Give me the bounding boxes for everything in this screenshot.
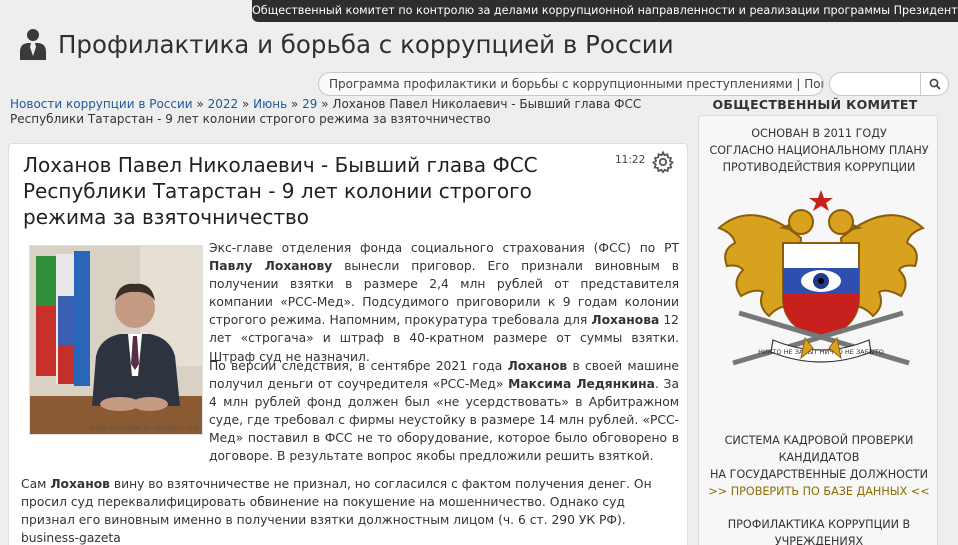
search-input[interactable] — [836, 76, 916, 92]
article: Лоханов Павел Николаевич - Бывший глава … — [8, 143, 688, 545]
article-title: Лоханов Павел Николаевич - Бывший глава … — [23, 153, 538, 229]
sidebar-prof-line: ПРОФИЛАКТИКА КОРРУПЦИИ В — [727, 518, 911, 531]
sidebar-box: ОСНОВАН В 2011 ГОДУ СОГЛАСНО НАЦИОНАЛЬНО… — [698, 115, 938, 545]
sidebar-check-line: СИСТЕМА КАДРОВОЙ ПРОВЕРКИ — [724, 434, 914, 447]
article-photo: Public committee for corruption RUS — [29, 245, 203, 435]
emblem-ribbon-text: НИКТО НЕ ЗАБЫТ НИЧТО НЕ ЗАБЫТО — [758, 348, 884, 356]
site-title[interactable]: Профилактика и борьба с коррупцией в Рос… — [58, 30, 674, 59]
person-tie-icon — [20, 29, 46, 60]
text-run: вину во взяточничестве не признал, но со… — [21, 477, 652, 545]
sidebar-founded-line: ОСНОВАН В 2011 ГОДУ — [751, 127, 887, 140]
person-name: Лоханова — [591, 313, 660, 328]
program-bar[interactable]: Программа профилактики и борьбы с корруп… — [318, 72, 824, 96]
article-time: 11:22 — [615, 154, 646, 166]
text-run: По версии следствия, в сентябре 2021 год… — [209, 359, 508, 373]
sidebar-title: ОБЩЕСТВЕННЫЙ КОМИТЕТ — [712, 97, 918, 112]
breadcrumb-separator: » — [321, 97, 329, 111]
sidebar-founded-line: СОГЛАСНО НАЦИОНАЛЬНОМУ ПЛАНУ — [709, 144, 929, 157]
breadcrumb-link-year[interactable]: 2022 — [208, 97, 239, 111]
committee-emblem[interactable]: НИКТО НЕ ЗАБЫТ НИЧТО НЕ ЗАБЫТО — [713, 188, 929, 388]
photo-caption: Public committee for corruption RUS — [89, 425, 199, 432]
person-name: Лоханов — [50, 477, 110, 491]
site-header[interactable]: Профилактика и борьба с коррупцией в Рос… — [18, 26, 674, 62]
search-icon — [929, 78, 941, 90]
breadcrumb-link-month[interactable]: Июнь — [253, 97, 287, 111]
sidebar-check-line: КАНДИДАТОВ — [778, 451, 860, 464]
top-strip: Общественный комитет по контролю за дела… — [252, 0, 958, 22]
sidebar-prof-line: УЧРЕЖДЕНИЯХ — [774, 535, 864, 545]
search-box[interactable] — [829, 72, 949, 96]
article-paragraph: Экс-главе отделения фонда социального ст… — [209, 239, 679, 366]
sidebar-check-line: НА ГОСУДАРСТВЕННЫЕ ДОЛЖНОСТИ — [710, 468, 928, 481]
text-run: Сам — [21, 477, 51, 491]
article-paragraph: По версии следствия, в сентябре 2021 год… — [209, 357, 679, 466]
search-button[interactable] — [920, 73, 948, 95]
sidebar-founded-line: ПРОТИВОДЕЙСТВИЯ КОРРУПЦИИ — [722, 161, 916, 174]
breadcrumb-separator: » — [241, 97, 250, 111]
article-paragraph: Сам Лоханов вину во взяточничестве не пр… — [21, 475, 681, 545]
breadcrumb-link-news[interactable]: Новости коррупции в России — [10, 97, 193, 111]
breadcrumb-separator: » — [290, 97, 299, 111]
person-name: Лоханов — [507, 359, 568, 373]
check-database-link[interactable]: >> ПРОВЕРИТЬ ПО БАЗЕ ДАННЫХ << — [699, 483, 939, 500]
person-name: Максима Ледянкина — [508, 377, 655, 392]
text-run: Экс-главе отделения фонда социального ст… — [209, 241, 679, 255]
breadcrumb-link-day[interactable]: 29 — [302, 97, 317, 111]
person-name: Павлу Лоханову — [209, 259, 333, 274]
gear-icon[interactable] — [651, 150, 675, 174]
breadcrumb-separator: » — [196, 97, 204, 111]
breadcrumb: Новости коррупции в России » 2022 » Июнь… — [10, 97, 690, 127]
